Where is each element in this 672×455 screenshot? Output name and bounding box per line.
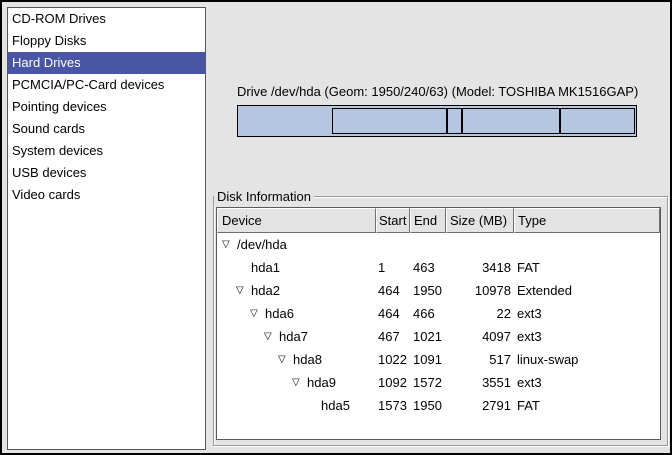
sidebar-item-floppy-disks[interactable]: Floppy Disks xyxy=(8,30,205,52)
sidebar-item-label: Hard Drives xyxy=(12,55,81,70)
table-row[interactable]: ▽ hda9 1092 1572 3551 ext3 xyxy=(217,371,660,394)
partition-divider xyxy=(559,109,561,133)
sidebar-item-label: System devices xyxy=(12,143,103,158)
type-cell: FAT xyxy=(514,256,660,279)
table-row[interactable]: ▽ hda6 464 466 22 ext3 xyxy=(217,302,660,325)
expander-open-icon[interactable]: ▽ xyxy=(278,348,293,371)
tree-indent xyxy=(222,405,306,406)
sidebar-item-pcmcia-pc-card-devices[interactable]: PCMCIA/PC-Card devices xyxy=(8,74,205,96)
type-cell: ext3 xyxy=(514,325,660,348)
hardware-browser-window: CD-ROM Drives Floppy Disks Hard Drives P… xyxy=(0,0,672,455)
column-header-start[interactable]: Start xyxy=(376,208,410,233)
partition-divider xyxy=(446,109,448,133)
sidebar-item-usb-devices[interactable]: USB devices xyxy=(8,162,205,184)
start-cell: 1 xyxy=(376,256,410,279)
sidebar-list: CD-ROM Drives Floppy Disks Hard Drives P… xyxy=(7,7,206,450)
table-row[interactable]: ▽ hda5 1573 1950 2791 FAT xyxy=(217,394,660,417)
end-cell: 463 xyxy=(410,256,446,279)
device-label: hda2 xyxy=(251,279,280,302)
start-cell: 1573 xyxy=(376,394,410,417)
size-cell: 3551 xyxy=(446,371,514,394)
device-label: hda9 xyxy=(307,371,336,394)
sidebar-item-system-devices[interactable]: System devices xyxy=(8,140,205,162)
table-row[interactable]: ▽ hda1 1 463 3418 FAT xyxy=(217,256,660,279)
tree-indent xyxy=(222,267,236,268)
size-cell: 10978 xyxy=(446,279,514,302)
tree-indent xyxy=(222,290,236,291)
expander-open-icon[interactable]: ▽ xyxy=(292,371,307,394)
device-label: hda1 xyxy=(251,256,280,279)
device-label: hda7 xyxy=(279,325,308,348)
end-cell xyxy=(410,233,446,256)
size-cell: 22 xyxy=(446,302,514,325)
column-header-device[interactable]: Device xyxy=(217,208,376,233)
start-cell xyxy=(376,233,410,256)
type-cell xyxy=(514,233,660,256)
column-header-end[interactable]: End xyxy=(410,208,446,233)
type-cell: ext3 xyxy=(514,371,660,394)
start-cell: 1092 xyxy=(376,371,410,394)
sidebar-item-cd-rom-drives[interactable]: CD-ROM Drives xyxy=(8,8,205,30)
disk-information-group-label: Disk Information xyxy=(214,189,314,205)
end-cell: 466 xyxy=(410,302,446,325)
tree-indent xyxy=(222,382,292,383)
end-cell: 1950 xyxy=(410,279,446,302)
tree-indent xyxy=(222,336,264,337)
sidebar-item-label: Sound cards xyxy=(12,121,85,136)
table-row[interactable]: ▽ /dev/hda xyxy=(217,233,660,256)
start-cell: 464 xyxy=(376,279,410,302)
size-cell: 3418 xyxy=(446,256,514,279)
type-cell: FAT xyxy=(514,394,660,417)
size-cell xyxy=(446,233,514,256)
partition-divider xyxy=(461,109,463,133)
tree-indent xyxy=(222,359,278,360)
table-row[interactable]: ▽ hda8 1022 1091 517 linux-swap xyxy=(217,348,660,371)
size-cell: 517 xyxy=(446,348,514,371)
sidebar-item-label: Pointing devices xyxy=(12,99,107,114)
expander-open-icon[interactable]: ▽ xyxy=(222,233,237,256)
partition-bar xyxy=(237,105,637,137)
size-cell: 2791 xyxy=(446,394,514,417)
sidebar-item-label: USB devices xyxy=(12,165,86,180)
sidebar-item-hard-drives[interactable]: Hard Drives xyxy=(8,52,205,74)
device-label: hda8 xyxy=(293,348,322,371)
sidebar-item-label: PCMCIA/PC-Card devices xyxy=(12,77,164,92)
end-cell: 1572 xyxy=(410,371,446,394)
expander-open-icon[interactable]: ▽ xyxy=(250,302,265,325)
size-cell: 4097 xyxy=(446,325,514,348)
sidebar-item-label: CD-ROM Drives xyxy=(12,11,106,26)
sidebar-item-label: Floppy Disks xyxy=(12,33,86,48)
start-cell: 1022 xyxy=(376,348,410,371)
sidebar-item-label: Video cards xyxy=(12,187,80,202)
end-cell: 1021 xyxy=(410,325,446,348)
column-header-type[interactable]: Type xyxy=(514,208,660,233)
end-cell: 1950 xyxy=(410,394,446,417)
expander-open-icon[interactable]: ▽ xyxy=(236,279,251,302)
sidebar-item-sound-cards[interactable]: Sound cards xyxy=(8,118,205,140)
device-label: /dev/hda xyxy=(237,233,287,256)
drive-geometry-label: Drive /dev/hda (Geom: 1950/240/63) (Mode… xyxy=(237,84,647,101)
tree-indent xyxy=(222,313,250,314)
table-row[interactable]: ▽ hda2 464 1950 10978 Extended xyxy=(217,279,660,302)
disk-table-body: ▽ /dev/hda ▽ hda1 1 463 3418 FAT ▽ hda2 … xyxy=(217,233,660,417)
device-label: hda5 xyxy=(321,394,350,417)
disk-table: Device Start End Size (MB) Type ▽ /dev/h… xyxy=(216,207,661,440)
device-label: hda6 xyxy=(265,302,294,325)
end-cell: 1091 xyxy=(410,348,446,371)
extended-partition-box xyxy=(332,108,635,134)
disk-table-header: Device Start End Size (MB) Type xyxy=(217,208,660,233)
table-row[interactable]: ▽ hda7 467 1021 4097 ext3 xyxy=(217,325,660,348)
expander-open-icon[interactable]: ▽ xyxy=(264,325,279,348)
type-cell: linux-swap xyxy=(514,348,660,371)
start-cell: 467 xyxy=(376,325,410,348)
type-cell: Extended xyxy=(514,279,660,302)
start-cell: 464 xyxy=(376,302,410,325)
column-header-size[interactable]: Size (MB) xyxy=(446,208,514,233)
sidebar-item-pointing-devices[interactable]: Pointing devices xyxy=(8,96,205,118)
type-cell: ext3 xyxy=(514,302,660,325)
sidebar-item-video-cards[interactable]: Video cards xyxy=(8,184,205,206)
